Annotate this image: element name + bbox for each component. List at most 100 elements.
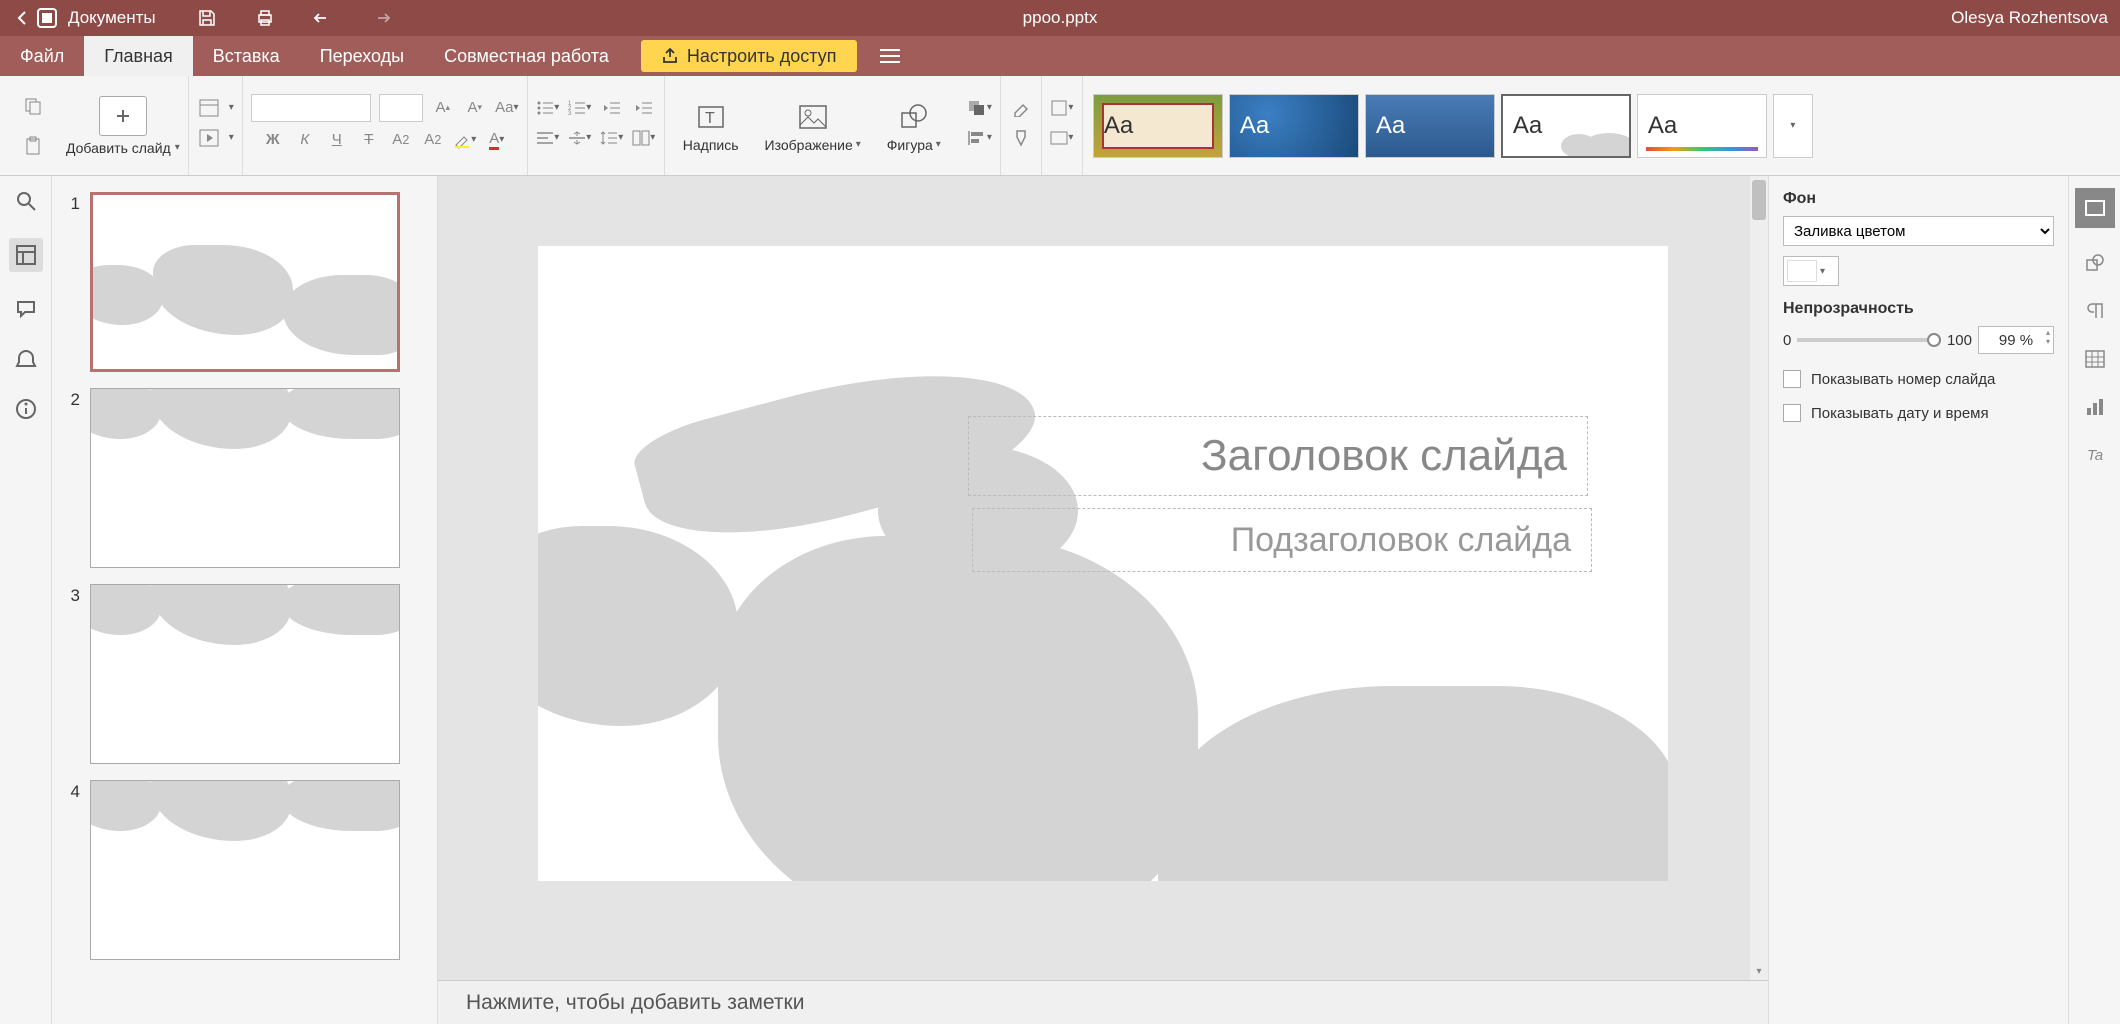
file-name: ppoo.pptx bbox=[1023, 8, 1098, 28]
slide-thumbnail-2[interactable] bbox=[90, 388, 400, 568]
copy-icon[interactable] bbox=[21, 94, 45, 118]
highlight-icon[interactable]: ▾ bbox=[453, 128, 477, 152]
textbox-button[interactable]: T Надпись bbox=[673, 99, 749, 153]
theme-thumb-3[interactable]: Aa bbox=[1365, 94, 1495, 158]
slider-thumb[interactable] bbox=[1927, 333, 1941, 347]
search-icon[interactable] bbox=[13, 188, 39, 214]
slide-item[interactable]: 2 bbox=[62, 388, 427, 568]
chevron-down-icon[interactable]: ▾ bbox=[229, 132, 234, 143]
redo-icon[interactable] bbox=[370, 7, 392, 29]
arrange-icon[interactable]: ▾ bbox=[967, 96, 992, 120]
menu-transitions[interactable]: Переходы bbox=[300, 36, 424, 76]
comments-icon[interactable] bbox=[13, 296, 39, 322]
change-case-icon[interactable]: Aa▾ bbox=[495, 96, 519, 120]
shape-button[interactable]: Фигура▾ bbox=[877, 99, 951, 153]
slide-item[interactable]: 3 bbox=[62, 584, 427, 764]
feedback-icon[interactable] bbox=[13, 346, 39, 372]
slide-size-icon[interactable]: ▾ bbox=[1050, 126, 1074, 150]
slide-settings-icon[interactable] bbox=[2075, 188, 2115, 228]
scroll-handle[interactable] bbox=[1752, 180, 1766, 220]
theme-thumb-4[interactable]: Aa bbox=[1501, 94, 1631, 158]
decrease-font-icon[interactable]: A▾ bbox=[463, 96, 487, 120]
user-name[interactable]: Olesya Rozhentsova bbox=[1951, 8, 2108, 28]
play-icon[interactable] bbox=[197, 126, 221, 150]
increase-font-icon[interactable]: A▴ bbox=[431, 96, 455, 120]
menu-home[interactable]: Главная bbox=[84, 36, 193, 76]
checkbox[interactable] bbox=[1783, 404, 1801, 422]
eraser-icon[interactable] bbox=[1009, 96, 1033, 120]
numbering-icon[interactable]: 123▾ bbox=[568, 96, 592, 120]
notes-area[interactable]: Нажмите, чтобы добавить заметки bbox=[438, 980, 1768, 1024]
slide-thumbnail-3[interactable] bbox=[90, 584, 400, 764]
text-art-icon[interactable]: Ta bbox=[2082, 442, 2108, 468]
thumbnails-icon[interactable] bbox=[9, 238, 43, 272]
fill-color-button[interactable]: ▾ bbox=[1783, 256, 1839, 286]
strikethrough-icon[interactable]: Т bbox=[357, 128, 381, 152]
font-size-select[interactable] bbox=[379, 94, 423, 122]
add-slide-label[interactable]: Добавить слайд▾ bbox=[66, 140, 180, 156]
svg-text:Ta: Ta bbox=[2087, 447, 2103, 464]
paragraph-settings-icon[interactable] bbox=[2082, 298, 2108, 324]
spinner-icons[interactable]: ▴▾ bbox=[2046, 328, 2050, 346]
about-icon[interactable] bbox=[13, 396, 39, 422]
decrease-indent-icon[interactable] bbox=[600, 96, 624, 120]
theme-thumb-2[interactable]: Aa bbox=[1229, 94, 1359, 158]
theme-more-button[interactable]: ▾ bbox=[1773, 94, 1813, 158]
add-slide-button[interactable] bbox=[99, 96, 147, 136]
slide-panel: 1 2 3 bbox=[52, 176, 438, 1024]
align-horizontal-icon[interactable]: ▾ bbox=[536, 126, 560, 150]
subtitle-placeholder[interactable]: Подзаголовок слайда bbox=[972, 508, 1592, 572]
slide-number: 3 bbox=[62, 584, 80, 764]
slide-item[interactable]: 1 bbox=[62, 192, 427, 372]
font-family-select[interactable] bbox=[251, 94, 371, 122]
vertical-scrollbar[interactable]: ▴ ▾ bbox=[1750, 176, 1768, 980]
slide-thumbnail-4[interactable] bbox=[90, 780, 400, 960]
menu-insert[interactable]: Вставка bbox=[193, 36, 300, 76]
chart-settings-icon[interactable] bbox=[2082, 394, 2108, 420]
bold-icon[interactable]: Ж bbox=[261, 128, 285, 152]
subscript-icon[interactable]: A2 bbox=[421, 128, 445, 152]
align-vertical-icon[interactable]: ▾ bbox=[568, 126, 592, 150]
titlebar: Документы ppoo.pptx Olesya Rozhentsova bbox=[0, 0, 2120, 36]
hamburger-icon[interactable] bbox=[869, 36, 911, 76]
opacity-slider[interactable] bbox=[1797, 338, 1941, 342]
share-button[interactable]: Настроить доступ bbox=[641, 40, 857, 72]
menu-collab[interactable]: Совместная работа bbox=[424, 36, 629, 76]
slide-canvas[interactable]: Заголовок слайда Подзаголовок слайда bbox=[538, 246, 1668, 881]
back-icon[interactable] bbox=[12, 7, 34, 29]
title-placeholder[interactable]: Заголовок слайда bbox=[968, 416, 1588, 496]
italic-icon[interactable]: К bbox=[293, 128, 317, 152]
canvas-area: Заголовок слайда Подзаголовок слайда ▴ ▾… bbox=[438, 176, 1768, 1024]
save-icon[interactable] bbox=[196, 7, 218, 29]
paste-icon[interactable] bbox=[21, 134, 45, 158]
line-spacing-icon[interactable]: ▾ bbox=[600, 126, 624, 150]
table-settings-icon[interactable] bbox=[2082, 346, 2108, 372]
layout-icon[interactable] bbox=[197, 96, 221, 120]
print-icon[interactable] bbox=[254, 7, 276, 29]
underline-icon[interactable]: Ч bbox=[325, 128, 349, 152]
increase-indent-icon[interactable] bbox=[632, 96, 656, 120]
font-color-icon[interactable]: A▾ bbox=[485, 128, 509, 152]
copy-style-icon[interactable] bbox=[1009, 126, 1033, 150]
opacity-input[interactable]: 99 % ▴▾ bbox=[1978, 326, 2054, 354]
theme-thumb-5[interactable]: Aa bbox=[1637, 94, 1767, 158]
chevron-down-icon[interactable]: ▾ bbox=[229, 102, 234, 113]
align-objects-icon[interactable]: ▾ bbox=[967, 126, 992, 150]
scroll-down-icon[interactable]: ▾ bbox=[1750, 962, 1768, 980]
slide-item[interactable]: 4 bbox=[62, 780, 427, 960]
share-label: Настроить доступ bbox=[687, 46, 837, 67]
bullets-icon[interactable]: ▾ bbox=[536, 96, 560, 120]
undo-icon[interactable] bbox=[312, 7, 334, 29]
menu-file[interactable]: Файл bbox=[0, 36, 84, 76]
fill-type-select[interactable]: Заливка цветом bbox=[1783, 216, 2054, 246]
show-date-time-row[interactable]: Показывать дату и время bbox=[1783, 404, 2054, 422]
show-slide-number-row[interactable]: Показывать номер слайда bbox=[1783, 370, 2054, 388]
superscript-icon[interactable]: A2 bbox=[389, 128, 413, 152]
shape-settings-icon[interactable] bbox=[2082, 250, 2108, 276]
slide-thumbnail-1[interactable] bbox=[90, 192, 400, 372]
theme-thumb-1[interactable]: Aa bbox=[1093, 94, 1223, 158]
image-button[interactable]: Изображение▾ bbox=[755, 99, 871, 153]
checkbox[interactable] bbox=[1783, 370, 1801, 388]
fill-color-icon[interactable]: ▾ bbox=[1050, 96, 1074, 120]
columns-icon[interactable]: ▾ bbox=[632, 126, 656, 150]
